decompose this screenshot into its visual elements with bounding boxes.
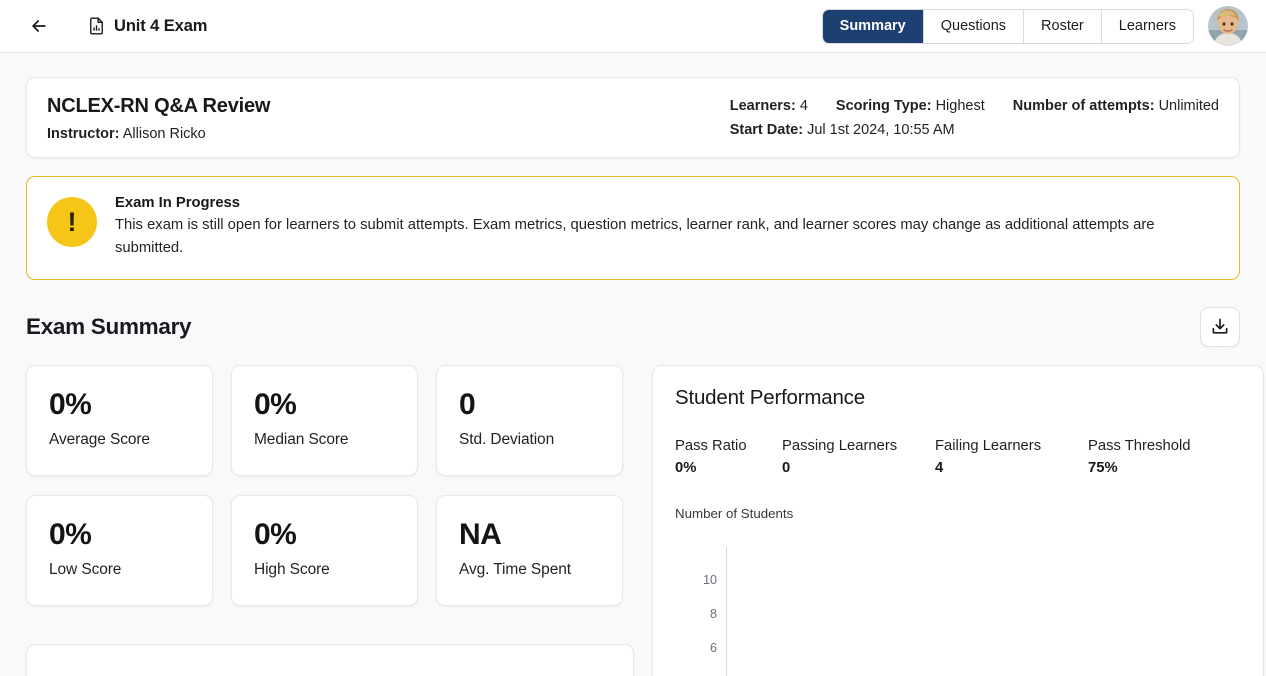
perf-stat-pass-ratio: Pass Ratio 0% <box>675 438 782 476</box>
exam-summary-header: Exam Summary <box>26 306 1240 347</box>
avatar-photo <box>1208 6 1248 46</box>
tab-learners[interactable]: Learners <box>1101 9 1193 43</box>
student-performance-chart: 10 8 6 <box>677 543 1241 676</box>
exam-meta: Learners: 4 Scoring Type: Highest Number… <box>730 95 1219 138</box>
stat-label: Median Score <box>254 430 349 448</box>
stat-value: 0% <box>254 387 297 421</box>
exclamation-icon: ! <box>47 197 97 247</box>
stat-value: 0% <box>49 517 92 551</box>
perf-stat-value: 0% <box>675 459 697 476</box>
stat-card-median-score: 0% Median Score <box>231 364 418 476</box>
instructor-line: Instructor: Allison Ricko <box>47 126 270 142</box>
chart-y-axis-title: Number of Students <box>675 505 794 521</box>
exam-in-progress-banner: ! Exam In Progress This exam is still op… <box>26 176 1240 280</box>
meta-learners: Learners: 4 <box>730 98 808 114</box>
meta-learners-label: Learners: <box>729 98 796 114</box>
avatar[interactable] <box>1208 6 1248 46</box>
stats-column: 0% Average Score 0% Median Score 0 Std. … <box>26 364 634 676</box>
chart-y-axis-line <box>726 546 727 676</box>
exam-info-card: NCLEX-RN Q&A Review Instructor: Allison … <box>26 77 1240 158</box>
perf-stat-label: Pass Threshold <box>1088 437 1191 454</box>
perf-stat-passing-learners: Passing Learners 0 <box>782 438 935 476</box>
performance-stats: Pass Ratio 0% Passing Learners 0 Failing… <box>675 438 1241 476</box>
document-chart-icon <box>88 17 105 35</box>
student-performance-card: Student Performance Pass Ratio 0% Passin… <box>652 364 1264 676</box>
perf-stat-failing-learners: Failing Learners 4 <box>935 438 1088 476</box>
tab-summary[interactable]: Summary <box>822 9 924 43</box>
stat-card-high-score: 0% High Score <box>231 494 418 606</box>
section-title: Exam Summary <box>26 313 192 339</box>
stat-card-avg-time-spent: NA Avg. Time Spent <box>436 494 623 606</box>
meta-learners-value: 4 <box>799 98 808 114</box>
meta-scoring-type: Scoring Type: Highest <box>836 98 985 114</box>
tab-bar: Summary Questions Roster Learners <box>821 8 1194 44</box>
warning-body: Exam In Progress This exam is still open… <box>115 193 1219 261</box>
tab-roster[interactable]: Roster <box>1024 9 1102 43</box>
chart-y-tick: 6 <box>710 640 717 655</box>
meta-start-date-label: Start Date: <box>729 122 804 138</box>
meta-scoring-type-value: Highest <box>935 98 985 114</box>
stat-card-low-score: 0% Low Score <box>26 494 213 606</box>
top-bar: Unit 4 Exam Summary Questions Roster Lea… <box>0 0 1266 53</box>
meta-attempts: Number of attempts: Unlimited <box>1013 98 1219 114</box>
topbar-right-group: Summary Questions Roster Learners <box>821 6 1248 46</box>
summary-grid: 0% Average Score 0% Median Score 0 Std. … <box>26 364 1264 676</box>
instructor-label: Instructor: <box>47 126 120 142</box>
page-content: NCLEX-RN Q&A Review Instructor: Allison … <box>0 53 1266 676</box>
exam-name: NCLEX-RN Q&A Review <box>47 95 271 117</box>
tab-questions[interactable]: Questions <box>923 9 1025 43</box>
warning-title: Exam In Progress <box>115 195 241 211</box>
stat-label: Std. Deviation <box>459 430 555 448</box>
exam-meta-row-1: Learners: 4 Scoring Type: Highest Number… <box>730 98 1219 114</box>
perf-stat-value: 75% <box>1088 459 1118 476</box>
meta-start-date-value: Jul 1st 2024, 10:55 AM <box>807 122 955 138</box>
back-button[interactable] <box>26 13 52 39</box>
exam-meta-row-2: Start Date: Jul 1st 2024, 10:55 AM <box>730 122 1219 138</box>
exam-info-left: NCLEX-RN Q&A Review Instructor: Allison … <box>47 95 270 142</box>
instructor-value: Allison Ricko <box>122 126 206 142</box>
stat-value: 0% <box>49 387 92 421</box>
perf-stat-value: 0 <box>782 459 791 476</box>
back-arrow-icon <box>32 20 46 32</box>
perf-stat-pass-threshold: Pass Threshold 75% <box>1088 438 1241 476</box>
download-button[interactable] <box>1200 306 1240 347</box>
download-icon <box>1212 318 1228 334</box>
stat-value: NA <box>459 517 502 551</box>
page-title: Unit 4 Exam <box>114 16 208 35</box>
warning-text: This exam is still open for learners to … <box>115 217 1155 257</box>
stat-card-std-deviation: 0 Std. Deviation <box>436 364 623 476</box>
perf-stat-label: Pass Ratio <box>675 437 747 454</box>
stat-value: 0 <box>459 387 476 421</box>
stat-label: Avg. Time Spent <box>459 560 571 578</box>
stat-row-1: 0% Average Score 0% Median Score 0 Std. … <box>26 364 634 476</box>
perf-stat-value: 4 <box>935 459 944 476</box>
stat-label: Low Score <box>49 560 122 578</box>
meta-start-date: Start Date: Jul 1st 2024, 10:55 AM <box>730 122 955 138</box>
stat-value: 0% <box>254 517 297 551</box>
meta-attempts-label: Number of attempts: <box>1012 98 1155 114</box>
student-performance-title: Student Performance <box>675 385 865 409</box>
score-guardian-card: ScoreGuardian 20 0.00 <box>26 643 634 676</box>
stat-card-average-score: 0% Average Score <box>26 364 213 476</box>
meta-scoring-type-label: Scoring Type: <box>835 98 932 114</box>
perf-stat-label: Passing Learners <box>782 437 898 454</box>
chart-y-tick: 8 <box>710 606 717 621</box>
stat-row-2: 0% Low Score 0% High Score NA Avg. Time … <box>26 494 634 606</box>
stat-label: High Score <box>254 560 330 578</box>
chart-y-tick: 10 <box>703 572 717 587</box>
meta-attempts-value: Unlimited <box>1158 98 1219 114</box>
stat-label: Average Score <box>49 430 150 448</box>
perf-stat-label: Failing Learners <box>935 437 1042 454</box>
